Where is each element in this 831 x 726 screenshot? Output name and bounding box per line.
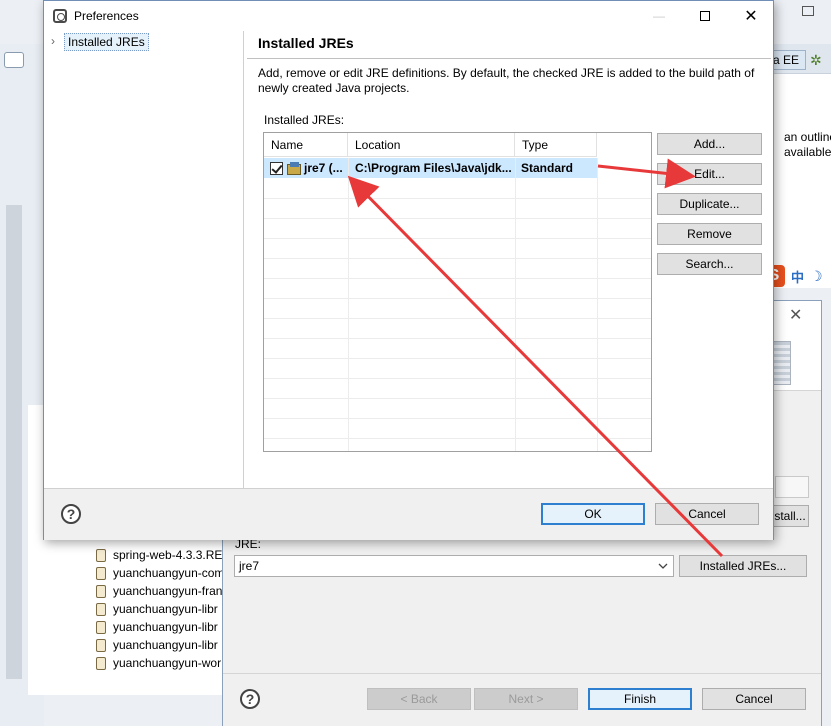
annotation-arrows: [347, 158, 724, 558]
arrow-to-jre-row: [347, 175, 724, 558]
arrow-to-edit: [597, 158, 696, 189]
